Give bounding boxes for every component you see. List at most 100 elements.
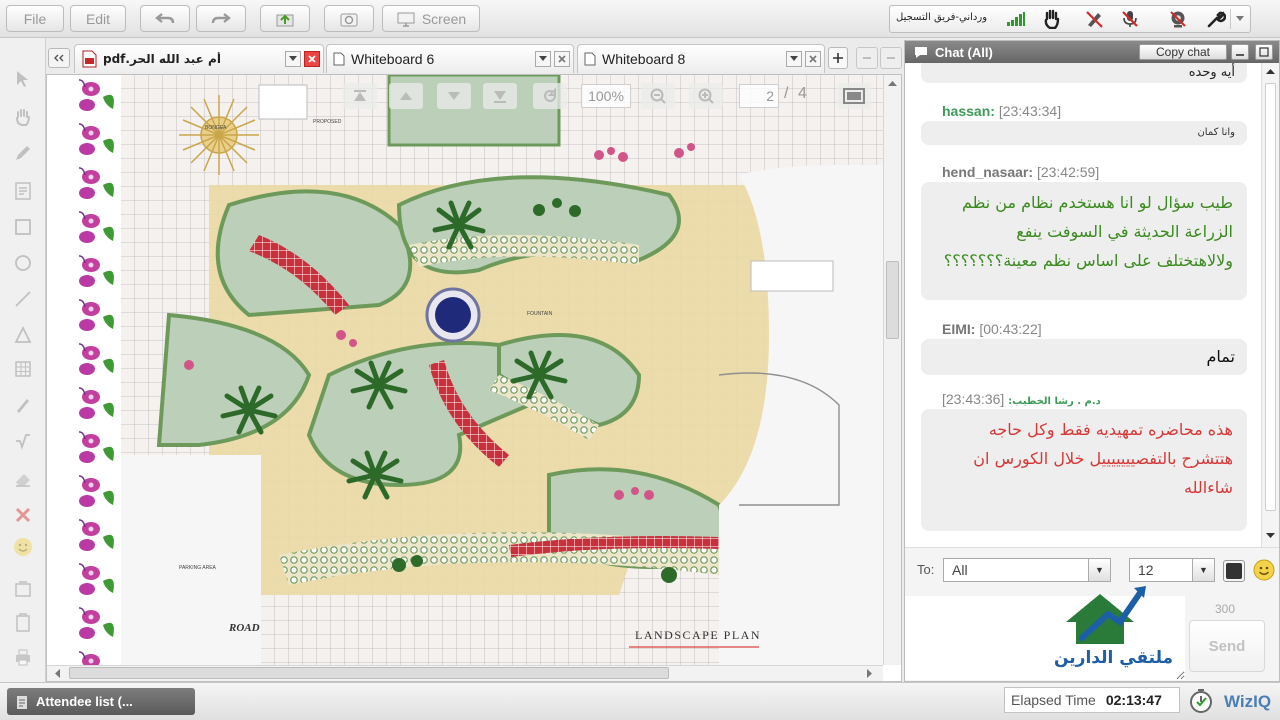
message-user: EIMI: [942, 321, 976, 337]
scroll-down-arrow[interactable] [1264, 529, 1277, 542]
pencil-tool[interactable] [10, 140, 36, 166]
chat-message: د.م . رشا الخطيب: [23:43:36] هذه محاضره … [921, 391, 1247, 531]
document-viewer[interactable]: LANDSCAPE PLAN ROAD PARKING AREA FOUNTAI… [46, 74, 902, 682]
scroll-left-arrow[interactable] [51, 667, 64, 680]
font-size-select[interactable]: 12 ▼ [1129, 558, 1215, 582]
undo-icon [155, 12, 175, 23]
scroll-up-arrow[interactable] [886, 77, 899, 90]
import-image-tool[interactable] [10, 576, 36, 602]
tab-whiteboard-6[interactable]: Whiteboard 6 [326, 44, 574, 73]
table-tool[interactable] [10, 356, 36, 382]
chat-scroll-thumb[interactable] [1265, 83, 1276, 511]
tab-close-button[interactable] [805, 51, 821, 67]
clipboard-tool[interactable] [10, 610, 36, 636]
tabs-collapse-button[interactable] [48, 48, 70, 68]
screen-share-button[interactable]: Screen [382, 5, 480, 32]
status-controls: ورداني-فريق التسجيل [889, 5, 1251, 33]
rectangle-tool[interactable] [10, 214, 36, 240]
vertical-scroll-thumb[interactable] [886, 261, 899, 339]
print-tool[interactable] [10, 644, 36, 670]
microphone-button[interactable] [1118, 9, 1142, 29]
eraser-tool[interactable] [10, 466, 36, 492]
redo-icon [211, 12, 231, 23]
tab-menu-button[interactable] [786, 51, 802, 67]
close-icon [809, 55, 817, 63]
fit-to-screen-button[interactable] [837, 83, 871, 109]
chat-scrollbar[interactable] [1261, 63, 1279, 547]
page-number-input[interactable]: 2 [739, 84, 779, 108]
tab-close-button[interactable] [554, 51, 570, 67]
previous-page-button[interactable] [389, 83, 423, 109]
send-button[interactable]: Send [1189, 620, 1265, 672]
chat-popout-button[interactable] [1255, 44, 1273, 60]
panel-maximize-button[interactable] [880, 47, 902, 69]
math-tool[interactable] [10, 428, 36, 454]
draw-permission-button[interactable] [1082, 9, 1106, 29]
undo-button[interactable] [140, 5, 190, 32]
ellipse-tool[interactable] [10, 250, 36, 276]
chat-minimize-button[interactable] [1231, 44, 1249, 60]
settings-button[interactable] [1204, 9, 1228, 29]
file-menu-button[interactable]: File [6, 5, 64, 32]
svg-text:ROAD: ROAD [228, 622, 260, 634]
equation-icon [16, 434, 30, 450]
tab-close-button[interactable] [304, 51, 320, 67]
tab-label: أم عبد الله الحر.pdf [103, 52, 221, 66]
attendee-list-button[interactable]: Attendee list (... [7, 688, 195, 715]
triangle-tool[interactable] [10, 322, 36, 348]
camera-button[interactable] [1166, 9, 1190, 29]
emoticon-button[interactable] [1252, 558, 1276, 582]
text-color-button[interactable] [1223, 560, 1245, 582]
document-horizontal-scrollbar[interactable] [47, 665, 883, 681]
zoom-out-button[interactable] [641, 83, 675, 109]
smiley-icon [1253, 559, 1275, 581]
screen-share-icon [397, 12, 415, 27]
horizontal-scroll-thumb[interactable] [69, 667, 669, 679]
close-icon [15, 507, 31, 523]
close-icon [308, 55, 316, 63]
select-tool[interactable] [10, 66, 36, 92]
tab-pdf-document[interactable]: أم عبد الله الحر.pdf [74, 44, 324, 73]
message-text: طيب سؤال لو انا هستخدم نظام من نظم الزرا… [921, 182, 1247, 300]
square-icon [15, 219, 31, 235]
panel-minimize-button[interactable] [856, 47, 878, 69]
add-tab-button[interactable] [828, 47, 848, 69]
emoticon-tool[interactable] [10, 534, 36, 560]
tab-menu-button[interactable] [535, 51, 551, 67]
zoom-level[interactable]: 100% [581, 84, 631, 108]
whiteboard-page-icon [584, 52, 596, 66]
text-tool[interactable] [10, 178, 36, 204]
whiteboard-page-icon [333, 52, 345, 66]
tab-menu-button[interactable] [285, 51, 301, 67]
edit-menu-button[interactable]: Edit [70, 5, 126, 32]
last-page-button[interactable] [483, 83, 517, 109]
copy-chat-button[interactable]: Copy chat [1139, 44, 1227, 60]
tab-whiteboard-8[interactable]: Whiteboard 8 [577, 44, 825, 73]
pencil-icon [16, 146, 30, 160]
move-tool[interactable] [10, 104, 36, 130]
upload-content-button[interactable] [260, 5, 310, 32]
zoom-in-button[interactable] [689, 83, 723, 109]
first-page-button[interactable] [343, 83, 377, 109]
page-total: 4 [798, 85, 807, 102]
raise-hand-button[interactable] [1040, 9, 1064, 29]
next-page-button[interactable] [437, 83, 471, 109]
document-vertical-scrollbar[interactable] [883, 75, 901, 665]
triangle-icon [14, 325, 32, 343]
timer-button[interactable] [1186, 687, 1216, 715]
recipient-select[interactable]: All ▼ [943, 558, 1111, 582]
message-user: hassan: [942, 103, 995, 119]
raise-hand-icon [1044, 9, 1060, 29]
delete-tool[interactable] [10, 502, 36, 528]
highlighter-tool[interactable] [10, 392, 36, 418]
refresh-button[interactable] [533, 83, 567, 109]
scroll-right-arrow[interactable] [863, 667, 876, 680]
fit-screen-icon [843, 88, 865, 104]
line-tool[interactable] [10, 286, 36, 312]
svg-text:LANDSCAPE PLAN: LANDSCAPE PLAN [635, 628, 761, 642]
status-dropdown-button[interactable] [1230, 9, 1248, 29]
redo-button[interactable] [196, 5, 246, 32]
scroll-up-arrow[interactable] [1264, 65, 1277, 78]
record-button[interactable] [324, 5, 374, 32]
highlighter-icon [17, 399, 29, 413]
